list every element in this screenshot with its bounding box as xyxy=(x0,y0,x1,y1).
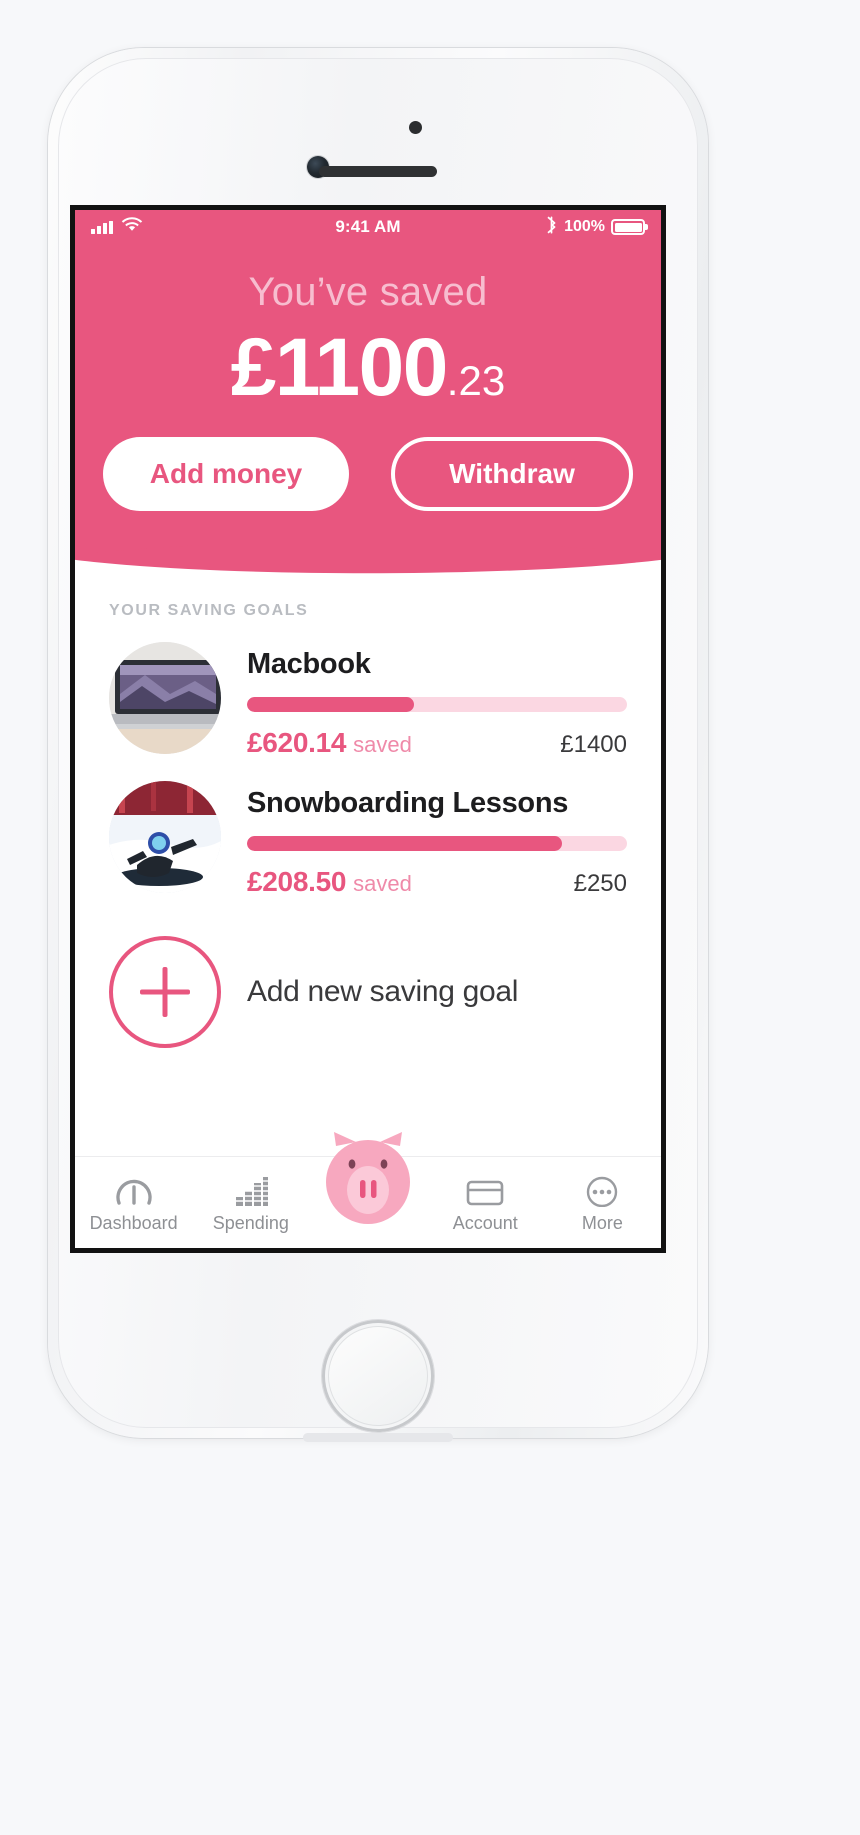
piggy-bank-icon[interactable] xyxy=(312,1130,424,1228)
goal-saved-group: £620.14 saved xyxy=(247,727,412,759)
ellipsis-circle-icon xyxy=(583,1167,621,1207)
tab-spending[interactable]: Spending xyxy=(192,1167,309,1234)
home-button[interactable] xyxy=(322,1320,434,1432)
amount-major: £1100 xyxy=(230,322,449,413)
goal-name: Macbook xyxy=(247,648,371,680)
proximity-sensor-icon xyxy=(409,121,422,134)
wifi-icon xyxy=(121,216,143,238)
goal-figures: £208.50 saved £250 xyxy=(247,866,627,898)
hero-bottom-curve xyxy=(75,544,661,580)
goal-name: Snowboarding Lessons xyxy=(247,787,569,819)
list-item[interactable]: Macbook £620.14 saved £1400 xyxy=(109,642,627,759)
app-screen: 9:41 AM 100% You’ve saved £1100.23 Add m… xyxy=(70,205,666,1253)
add-money-button[interactable]: Add money xyxy=(103,437,349,511)
tab-label: More xyxy=(581,1213,623,1233)
bar-chart-icon xyxy=(232,1167,270,1207)
goal-saved-amount: £208.50 xyxy=(247,866,347,897)
tab-account[interactable]: Account xyxy=(427,1167,544,1234)
cellular-signal-icon xyxy=(91,220,113,234)
list-item[interactable]: Snowboarding Lessons £208.50 saved £250 xyxy=(109,781,627,898)
tab-label: Dashboard xyxy=(89,1213,178,1233)
hero-action-row: Add money Withdraw xyxy=(75,437,661,511)
plus-circle-icon xyxy=(109,936,221,1048)
goal-saved-amount: £620.14 xyxy=(247,727,347,758)
status-bar: 9:41 AM 100% xyxy=(75,210,661,244)
progress-bar xyxy=(247,697,627,712)
goal-figures: £620.14 saved £1400 xyxy=(247,727,627,759)
gauge-icon xyxy=(115,1167,153,1207)
battery-percent-label: 100% xyxy=(564,218,606,235)
progress-bar-fill xyxy=(247,697,415,712)
add-new-saving-goal-label: Add new saving goal xyxy=(247,975,519,1008)
goal-saved-group: £208.50 saved xyxy=(247,866,412,898)
tab-more[interactable]: More xyxy=(544,1167,661,1234)
saving-goals-section: YOUR SAVING GOALS Macbook £620.14 saved … xyxy=(75,578,661,1048)
status-bar-time: 9:41 AM xyxy=(335,217,401,236)
macbook-photo xyxy=(109,642,221,754)
bottom-tab-bar: Dashboard Spending Account More xyxy=(75,1132,661,1248)
progress-bar-fill xyxy=(247,836,563,851)
add-new-saving-goal-button[interactable]: Add new saving goal xyxy=(109,936,627,1048)
progress-bar xyxy=(247,836,627,851)
snowboarder-photo xyxy=(109,781,221,893)
amount-cents: .23 xyxy=(446,357,506,404)
tab-label: Spending xyxy=(212,1213,289,1233)
tab-dashboard[interactable]: Dashboard xyxy=(75,1167,192,1234)
hero-caption: You’ve saved xyxy=(248,270,488,314)
total-saved-amount: £1100.23 xyxy=(75,321,661,415)
card-icon xyxy=(465,1167,505,1207)
bluetooth-icon xyxy=(545,215,558,239)
device-chin xyxy=(303,1433,453,1442)
battery-full-icon xyxy=(611,219,646,235)
savings-hero-panel: 9:41 AM 100% You’ve saved £1100.23 Add m… xyxy=(75,210,661,580)
section-title: YOUR SAVING GOALS xyxy=(109,602,309,619)
goal-saved-word: saved xyxy=(353,871,412,896)
withdraw-button[interactable]: Withdraw xyxy=(391,437,633,511)
goal-target-amount: £250 xyxy=(573,870,627,897)
goal-saved-word: saved xyxy=(353,732,412,757)
earpiece-speaker xyxy=(319,166,437,177)
goal-target-amount: £1400 xyxy=(560,731,627,758)
tab-label: Account xyxy=(452,1213,518,1233)
